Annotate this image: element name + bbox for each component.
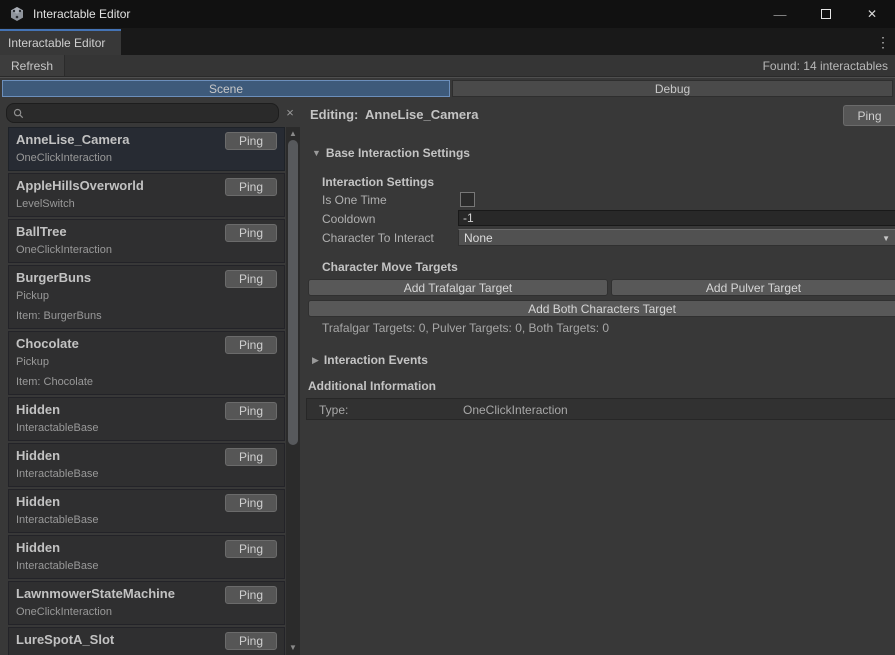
- character-to-interact-label: Character To Interact: [322, 231, 434, 245]
- item-name: BallTree: [16, 224, 67, 239]
- found-count-label: Found: 14 interactables: [763, 55, 888, 76]
- item-type: InteractableBase: [16, 514, 99, 526]
- item-name: Hidden: [16, 402, 60, 417]
- ping-button[interactable]: Ping: [225, 178, 277, 196]
- add-both-characters-target-button[interactable]: Add Both Characters Target: [308, 300, 895, 317]
- mode-tabs: Scene Debug: [0, 77, 895, 98]
- is-one-time-label: Is One Time: [322, 193, 387, 207]
- additional-information-title: Additional Information: [308, 379, 436, 393]
- list-scrollbar[interactable]: ▲ ▼: [286, 127, 300, 655]
- inspector-panel: Editing: AnneLise_Camera Ping ▼ Base Int…: [302, 98, 895, 655]
- search-field[interactable]: [6, 103, 279, 123]
- list-item[interactable]: AppleHillsOverworld Ping LevelSwitch: [8, 173, 285, 217]
- ping-button[interactable]: Ping: [225, 494, 277, 512]
- item-type: OneClickInteraction: [16, 606, 112, 618]
- editing-target-name: AnneLise_Camera: [365, 107, 478, 122]
- list-item[interactable]: Chocolate Ping Pickup Item: Chocolate: [8, 331, 285, 395]
- list-item[interactable]: AnneLise_Camera Ping OneClickInteraction: [8, 127, 285, 171]
- type-value: OneClickInteraction: [463, 403, 568, 417]
- list-item[interactable]: LawnmowerStateMachine Ping OneClickInter…: [8, 581, 285, 625]
- item-type: Pickup: [16, 356, 49, 368]
- list-item[interactable]: BurgerBuns Ping Pickup Item: BurgerBuns: [8, 265, 285, 329]
- unity-cube-icon: [9, 6, 25, 22]
- list-item[interactable]: BallTree Ping OneClickInteraction: [8, 219, 285, 263]
- list-item[interactable]: Hidden Ping InteractableBase: [8, 397, 285, 441]
- add-trafalgar-target-button[interactable]: Add Trafalgar Target: [308, 279, 608, 296]
- ping-button[interactable]: Ping: [225, 632, 277, 650]
- item-name: BurgerBuns: [16, 270, 91, 285]
- ping-button[interactable]: Ping: [225, 540, 277, 558]
- clear-search-icon[interactable]: ×: [283, 103, 297, 123]
- item-type: LevelSwitch: [16, 198, 75, 210]
- cooldown-label: Cooldown: [322, 212, 375, 226]
- interactable-editor-window: Interactable Editor — ✕ Interactable Edi…: [0, 0, 895, 655]
- scroll-down-icon[interactable]: ▼: [286, 642, 300, 654]
- item-name: Hidden: [16, 494, 60, 509]
- list-item[interactable]: Hidden Ping InteractableBase: [8, 443, 285, 487]
- item-type: InteractableBase: [16, 468, 99, 480]
- close-icon[interactable]: ✕: [849, 0, 895, 28]
- scroll-up-icon[interactable]: ▲: [286, 128, 300, 140]
- scrollbar-thumb[interactable]: [288, 140, 298, 445]
- foldout-interaction-events[interactable]: ▶ Interaction Events: [312, 353, 428, 367]
- item-detail: Item: Chocolate: [16, 376, 93, 388]
- interactable-list: AnneLise_Camera Ping OneClickInteraction…: [8, 127, 285, 655]
- window-controls: — ✕: [757, 0, 895, 28]
- is-one-time-checkbox[interactable]: [460, 192, 475, 207]
- tab-interactable-editor[interactable]: Interactable Editor: [0, 29, 121, 55]
- item-name: LureSpotA_Slot: [16, 632, 114, 647]
- ping-button[interactable]: Ping: [225, 402, 277, 420]
- item-name: Hidden: [16, 540, 60, 555]
- add-pulver-target-button[interactable]: Add Pulver Target: [611, 279, 895, 296]
- item-type: Pickup: [16, 290, 49, 302]
- item-name: Hidden: [16, 448, 60, 463]
- ping-button[interactable]: Ping: [225, 448, 277, 466]
- toolbar: Refresh Found: 14 interactables: [0, 55, 895, 77]
- tab-debug[interactable]: Debug: [452, 80, 893, 97]
- item-detail: Item: BurgerBuns: [16, 310, 102, 322]
- editor-tab-strip: Interactable Editor ⋮: [0, 28, 895, 55]
- item-type: OneClickInteraction: [16, 244, 112, 256]
- foldout-open-icon: ▼: [312, 148, 321, 158]
- maximize-icon[interactable]: [803, 0, 849, 28]
- targets-summary: Trafalgar Targets: 0, Pulver Targets: 0,…: [322, 321, 609, 335]
- list-item[interactable]: Hidden Ping InteractableBase: [8, 535, 285, 579]
- item-name: AnneLise_Camera: [16, 132, 129, 147]
- refresh-button[interactable]: Refresh: [0, 55, 65, 76]
- interaction-settings-title: Interaction Settings: [322, 175, 434, 189]
- titlebar: Interactable Editor — ✕: [0, 0, 895, 28]
- list-item[interactable]: Hidden Ping InteractableBase: [8, 489, 285, 533]
- ping-button[interactable]: Ping: [225, 336, 277, 354]
- search-icon: [13, 108, 24, 119]
- character-move-targets-title: Character Move Targets: [322, 260, 458, 274]
- editing-label: Editing:: [310, 107, 358, 122]
- type-row: Type: OneClickInteraction: [306, 398, 895, 420]
- window-title: Interactable Editor: [33, 7, 130, 21]
- interactable-list-panel: × AnneLise_Camera Ping OneClickInteracti…: [0, 98, 302, 655]
- type-label: Type:: [319, 403, 348, 417]
- item-type: OneClickInteraction: [16, 152, 112, 164]
- ping-button[interactable]: Ping: [225, 586, 277, 604]
- cooldown-input[interactable]: [458, 210, 895, 226]
- ping-button[interactable]: Ping: [225, 224, 277, 242]
- character-to-interact-dropdown[interactable]: None ▼: [458, 229, 895, 246]
- item-name: AppleHillsOverworld: [16, 178, 144, 193]
- ping-button[interactable]: Ping: [225, 132, 277, 150]
- item-type: InteractableBase: [16, 422, 99, 434]
- chevron-down-icon: ▼: [882, 234, 890, 243]
- item-name: Chocolate: [16, 336, 79, 351]
- ping-button[interactable]: Ping: [225, 270, 277, 288]
- search-input[interactable]: [24, 105, 278, 121]
- minimize-icon[interactable]: —: [757, 0, 803, 28]
- ping-button[interactable]: Ping: [843, 105, 895, 126]
- foldout-closed-icon: ▶: [312, 355, 319, 366]
- tab-scene[interactable]: Scene: [2, 80, 450, 97]
- list-item[interactable]: LureSpotA_Slot Ping: [8, 627, 285, 655]
- kebab-menu-icon[interactable]: ⋮: [875, 33, 891, 51]
- item-type: InteractableBase: [16, 560, 99, 572]
- foldout-base-interaction-settings[interactable]: ▼ Base Interaction Settings: [312, 146, 470, 160]
- item-name: LawnmowerStateMachine: [16, 586, 175, 601]
